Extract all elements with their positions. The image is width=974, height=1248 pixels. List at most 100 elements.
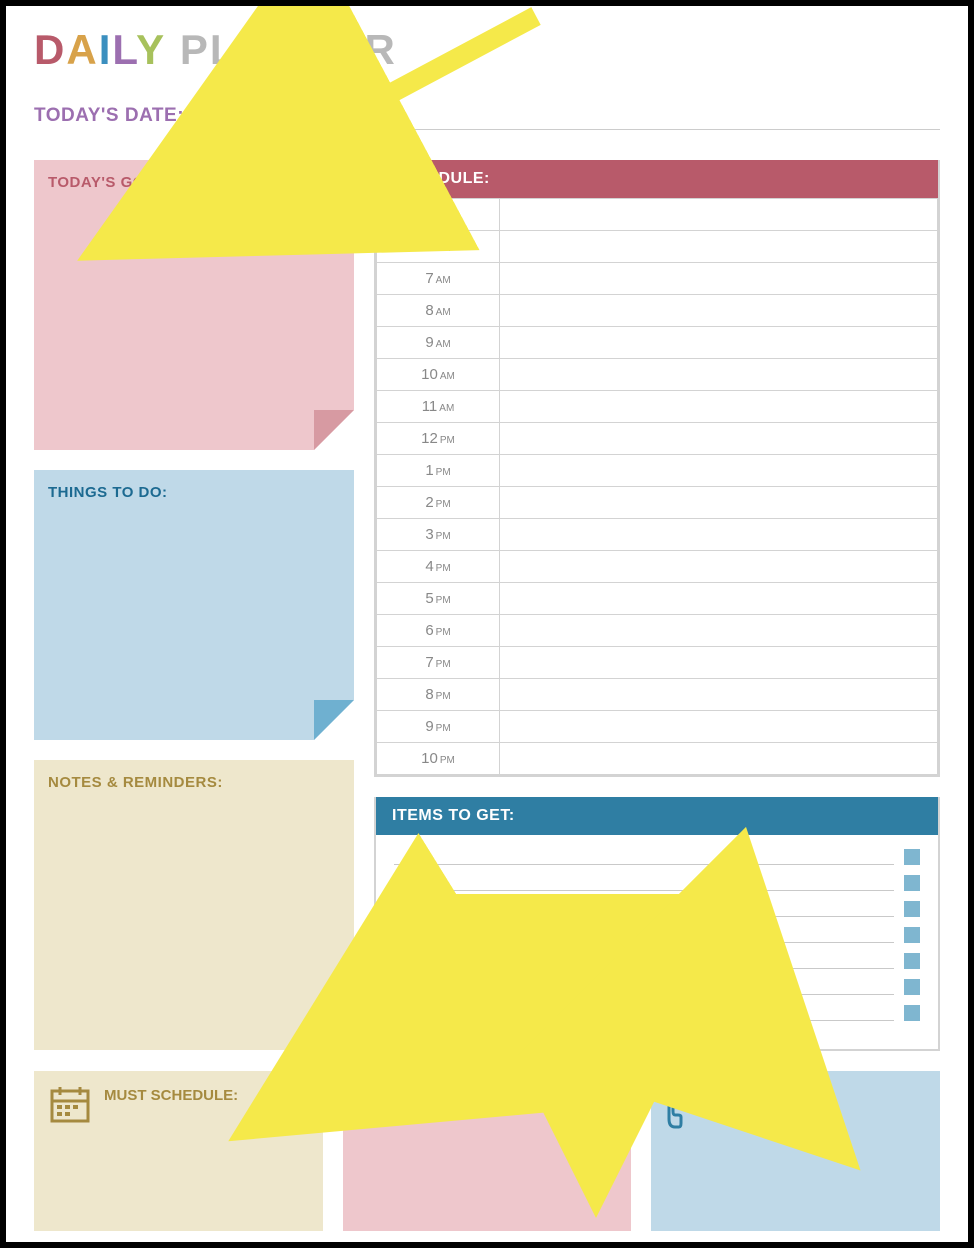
schedule-time: 5AM: [377, 199, 500, 231]
must-email-card[interactable]: MUST EMAIL:: [343, 1071, 632, 1231]
schedule-slot[interactable]: [500, 487, 938, 519]
item-line[interactable]: [394, 902, 894, 917]
item-row[interactable]: [394, 849, 920, 865]
schedule-slot[interactable]: [500, 679, 938, 711]
schedule-time: 5PM: [377, 583, 500, 615]
schedule-row[interactable]: 8AM: [377, 295, 938, 327]
schedule-panel: SCHEDULE: 5AM6AM7AM8AM9AM10AM11AM12PM1PM…: [374, 160, 940, 777]
schedule-slot[interactable]: [500, 519, 938, 551]
schedule-slot[interactable]: [500, 583, 938, 615]
schedule-time: 10PM: [377, 743, 500, 775]
schedule-slot[interactable]: [500, 327, 938, 359]
item-row[interactable]: [394, 901, 920, 917]
item-row[interactable]: [394, 979, 920, 995]
schedule-slot[interactable]: [500, 231, 938, 263]
schedule-row[interactable]: 4PM: [377, 551, 938, 583]
schedule-row[interactable]: 1PM: [377, 455, 938, 487]
schedule-time: 2PM: [377, 487, 500, 519]
checkbox-icon[interactable]: [904, 1005, 920, 1021]
schedule-slot[interactable]: [500, 263, 938, 295]
schedule-slot[interactable]: [500, 295, 938, 327]
schedule-time: 12PM: [377, 423, 500, 455]
schedule-row[interactable]: 9PM: [377, 711, 938, 743]
item-row[interactable]: [394, 1005, 920, 1021]
schedule-row[interactable]: 2PM: [377, 487, 938, 519]
schedule-row[interactable]: 10AM: [377, 359, 938, 391]
schedule-row[interactable]: 8PM: [377, 679, 938, 711]
goals-label: TODAY'S GOALS:: [48, 174, 340, 191]
schedule-time: 8AM: [377, 295, 500, 327]
schedule-row[interactable]: 9AM: [377, 327, 938, 359]
todo-label: THINGS TO DO:: [48, 484, 340, 501]
schedule-header: SCHEDULE:: [376, 160, 938, 198]
date-label: TODAY'S DATE:: [34, 105, 184, 127]
schedule-slot[interactable]: [500, 551, 938, 583]
schedule-slot[interactable]: [500, 615, 938, 647]
date-row: TODAY'S DATE: Month, Day, Year: [34, 104, 940, 130]
checkbox-icon[interactable]: [904, 927, 920, 943]
checkbox-icon[interactable]: [904, 875, 920, 891]
schedule-table: 5AM6AM7AM8AM9AM10AM11AM12PM1PM2PM3PM4PM5…: [376, 198, 938, 775]
checkbox-icon[interactable]: [904, 953, 920, 969]
date-field[interactable]: Month, Day, Year: [198, 104, 940, 130]
schedule-slot[interactable]: [500, 711, 938, 743]
schedule-time: 9PM: [377, 711, 500, 743]
schedule-row[interactable]: 5PM: [377, 583, 938, 615]
todo-note[interactable]: THINGS TO DO:: [34, 470, 354, 740]
schedule-time: 1PM: [377, 455, 500, 487]
schedule-time: 10AM: [377, 359, 500, 391]
schedule-slot[interactable]: [500, 359, 938, 391]
items-header: ITEMS TO GET:: [376, 797, 938, 835]
schedule-time: 11AM: [377, 391, 500, 423]
must-schedule-label: MUST SCHEDULE:: [104, 1087, 238, 1104]
notes-label: NOTES & REMINDERS:: [48, 774, 340, 791]
schedule-row[interactable]: 12PM: [377, 423, 938, 455]
item-row[interactable]: [394, 875, 920, 891]
item-line[interactable]: [394, 850, 894, 865]
schedule-time: 8PM: [377, 679, 500, 711]
page-title: DAILY PLANNER: [34, 26, 940, 74]
schedule-row[interactable]: 5AM: [377, 199, 938, 231]
schedule-row[interactable]: 6AM: [377, 231, 938, 263]
page-fold-icon: [314, 410, 354, 450]
must-call-label: MUST CALL:: [721, 1087, 813, 1104]
schedule-row[interactable]: 3PM: [377, 519, 938, 551]
must-email-label: MUST EMAIL:: [413, 1087, 511, 1104]
schedule-time: 7AM: [377, 263, 500, 295]
notes-note[interactable]: NOTES & REMINDERS:: [34, 760, 354, 1050]
must-schedule-card[interactable]: MUST SCHEDULE:: [34, 1071, 323, 1231]
item-line[interactable]: [394, 954, 894, 969]
schedule-time: 3PM: [377, 519, 500, 551]
schedule-time: 6AM: [377, 231, 500, 263]
schedule-row[interactable]: 11AM: [377, 391, 938, 423]
calendar-icon: [48, 1083, 92, 1132]
schedule-row[interactable]: 10PM: [377, 743, 938, 775]
schedule-time: 7PM: [377, 647, 500, 679]
goals-note[interactable]: TODAY'S GOALS:: [34, 160, 354, 450]
schedule-slot[interactable]: [500, 647, 938, 679]
page-fold-icon: [314, 700, 354, 740]
schedule-slot[interactable]: [500, 391, 938, 423]
items-panel: ITEMS TO GET:: [374, 797, 940, 1051]
item-row[interactable]: [394, 953, 920, 969]
must-call-card[interactable]: MUST CALL:: [651, 1071, 940, 1231]
checkbox-icon[interactable]: [904, 901, 920, 917]
item-line[interactable]: [394, 1006, 894, 1021]
item-line[interactable]: [394, 980, 894, 995]
schedule-slot[interactable]: [500, 455, 938, 487]
item-row[interactable]: [394, 927, 920, 943]
schedule-slot[interactable]: [500, 743, 938, 775]
schedule-row[interactable]: 7PM: [377, 647, 938, 679]
checkbox-icon[interactable]: [904, 979, 920, 995]
schedule-row[interactable]: 7AM: [377, 263, 938, 295]
schedule-time: 9AM: [377, 327, 500, 359]
item-line[interactable]: [394, 928, 894, 943]
checkbox-icon[interactable]: [904, 849, 920, 865]
schedule-slot[interactable]: [500, 423, 938, 455]
page-fold-icon: [314, 1010, 354, 1050]
envelope-icon: [357, 1083, 401, 1122]
schedule-slot[interactable]: [500, 199, 938, 231]
schedule-time: 4PM: [377, 551, 500, 583]
schedule-row[interactable]: 6PM: [377, 615, 938, 647]
item-line[interactable]: [394, 876, 894, 891]
